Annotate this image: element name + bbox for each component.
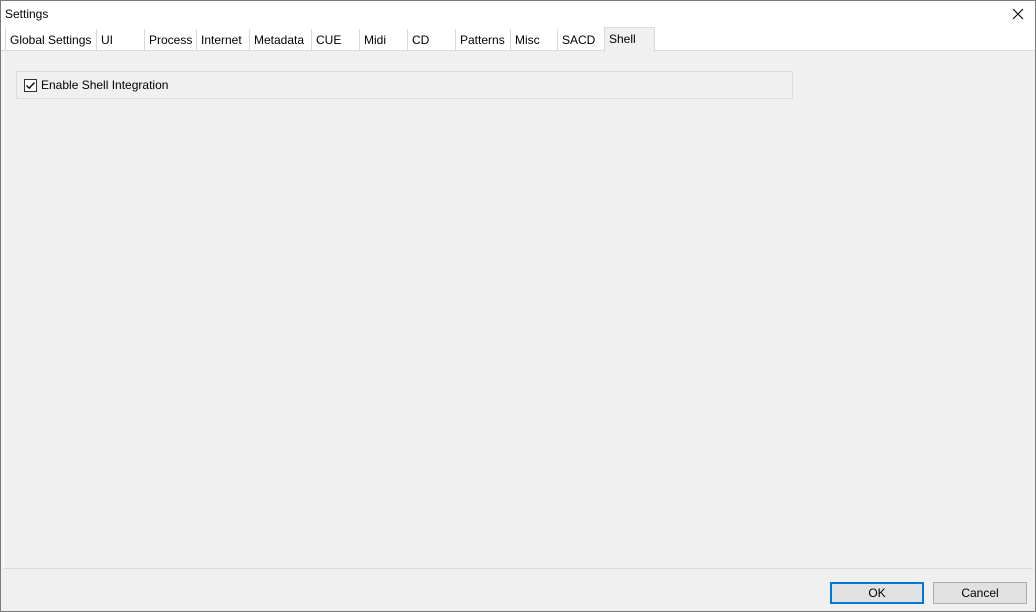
tab-label: Global Settings — [10, 33, 92, 47]
checkbox-label: Enable Shell Integration — [41, 78, 169, 92]
tab-label: CUE — [316, 33, 342, 47]
tab-label: Misc — [515, 33, 540, 47]
tab-cd[interactable]: CD — [407, 29, 455, 51]
tab-cue[interactable]: CUE — [311, 29, 359, 51]
tab-process[interactable]: Process — [144, 29, 195, 51]
shell-tab-panel: Enable Shell Integration — [3, 51, 1033, 569]
dialog-button-bar: OK Cancel — [1, 570, 1035, 611]
tab-patterns[interactable]: Patterns — [455, 29, 510, 51]
tab-global-settings[interactable]: Global Settings — [5, 29, 95, 51]
tab-ui[interactable]: UI — [96, 29, 143, 51]
tab-midi[interactable]: Midi — [359, 29, 407, 51]
shell-options-group: Enable Shell Integration — [16, 71, 793, 99]
tab-label: Midi — [364, 33, 387, 47]
settings-window: Settings Global Settings UI Process Inte… — [0, 0, 1036, 612]
tab-label: Metadata — [254, 33, 305, 47]
tab-misc[interactable]: Misc — [510, 29, 557, 51]
tab-label: Shell — [609, 32, 636, 46]
tab-strip: Global Settings UI Process Internet Meta… — [1, 27, 1035, 52]
window-title: Settings — [5, 7, 49, 21]
tab-sacd[interactable]: SACD — [557, 29, 604, 51]
tab-divider — [1, 50, 1035, 51]
tab-label: Process — [149, 33, 193, 47]
close-icon — [1012, 8, 1024, 20]
tab-label: SACD — [562, 33, 596, 47]
close-button[interactable] — [1001, 1, 1035, 27]
tab-label: Patterns — [460, 33, 505, 47]
tab-label: CD — [412, 33, 430, 47]
checkmark-icon — [26, 81, 35, 89]
tab-label: Internet — [201, 33, 242, 47]
tab-shell[interactable]: Shell — [604, 27, 655, 52]
ok-button[interactable]: OK — [830, 582, 924, 604]
tab-internet[interactable]: Internet — [196, 29, 248, 51]
checkbox-box[interactable] — [24, 78, 37, 92]
cancel-button[interactable]: Cancel — [933, 582, 1027, 604]
tab-label: UI — [101, 33, 113, 47]
tab-metadata[interactable]: Metadata — [249, 29, 310, 51]
title-bar: Settings — [1, 1, 1035, 27]
enable-shell-integration-checkbox[interactable]: Enable Shell Integration — [24, 78, 168, 92]
